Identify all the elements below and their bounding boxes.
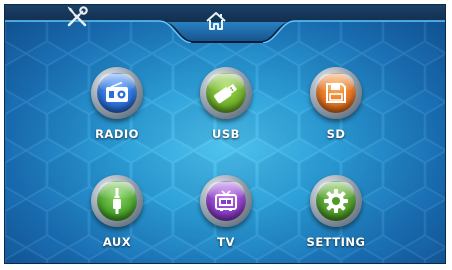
radio-icon: [106, 82, 128, 102]
home-icon: [206, 12, 226, 30]
tv-icon: [215, 190, 237, 211]
sd-tile[interactable]: SD: [281, 67, 391, 167]
top-bar: [5, 5, 445, 43]
setting-tile[interactable]: SETTING: [281, 175, 391, 263]
tv-label: TV: [217, 235, 235, 249]
aux-plug-icon: [113, 188, 121, 214]
floppy-disk-icon: [326, 83, 346, 103]
usb-label: USB: [212, 127, 240, 141]
radio-label: RADIO: [95, 127, 139, 141]
gear-icon: [324, 189, 348, 213]
usb-drive-icon: [214, 83, 238, 104]
tv-tile[interactable]: TV: [171, 175, 281, 263]
setting-label: SETTING: [306, 235, 366, 249]
wrench-screwdriver-icon: [67, 6, 88, 27]
home-screen: RADIO USB SD AUX TV SETTING: [4, 4, 446, 264]
sd-label: SD: [326, 127, 346, 141]
tools-button[interactable]: [65, 5, 109, 37]
aux-tile[interactable]: AUX: [62, 175, 172, 263]
radio-tile[interactable]: RADIO: [62, 67, 172, 167]
usb-tile[interactable]: USB: [171, 67, 281, 167]
home-button[interactable]: [205, 11, 249, 39]
aux-label: AUX: [102, 235, 132, 249]
